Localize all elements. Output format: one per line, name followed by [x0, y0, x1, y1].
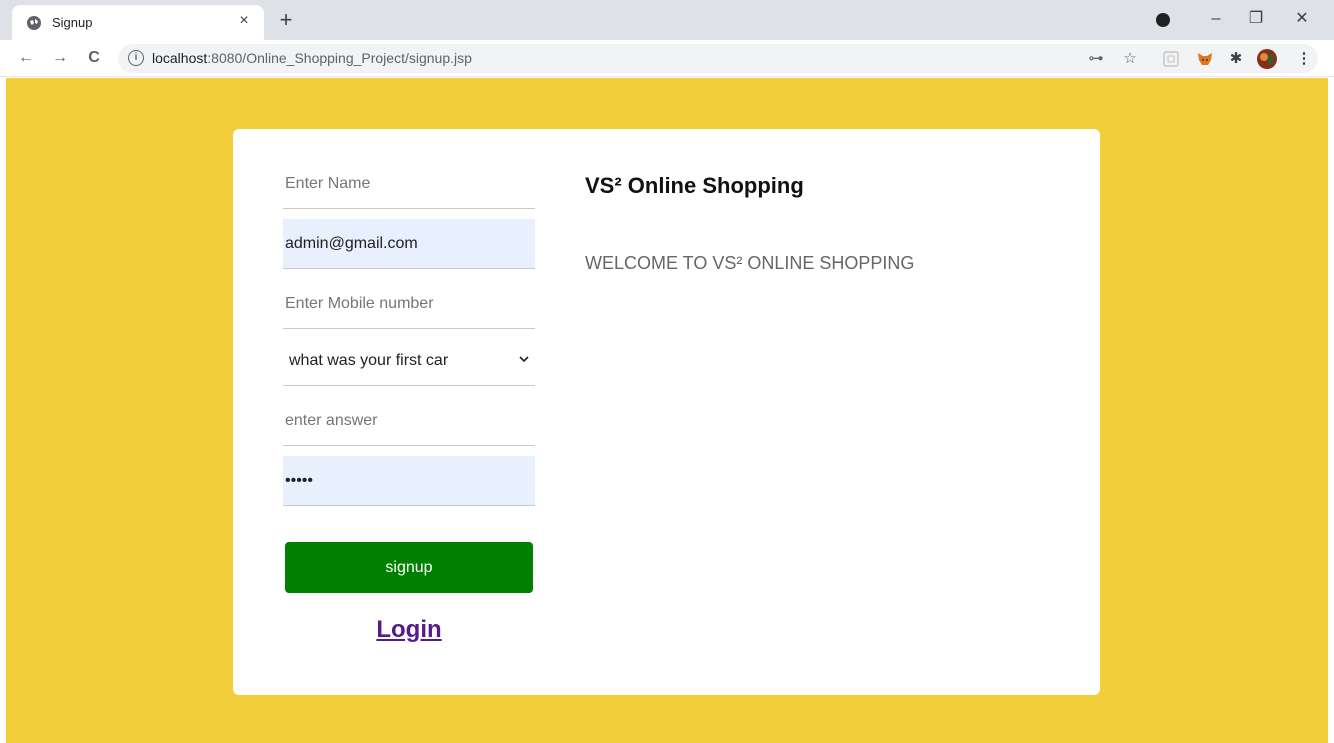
window-close-button[interactable]: ✕: [1288, 6, 1316, 32]
email-field[interactable]: [283, 219, 535, 269]
page-background: what was your first car signup Login VS²…: [6, 78, 1328, 743]
mobile-input[interactable]: [283, 279, 535, 328]
signup-card: what was your first car signup Login VS²…: [233, 129, 1100, 695]
browser-tabstrip: Signup × + – ❐ ✕: [0, 0, 1334, 40]
reload-button[interactable]: C: [84, 48, 104, 68]
info-icon[interactable]: i: [128, 50, 144, 66]
puzzle-icon[interactable]: ✱: [1226, 49, 1246, 69]
mobile-field[interactable]: [283, 279, 535, 329]
restore-button[interactable]: ❐: [1242, 6, 1270, 32]
menu-icon[interactable]: ⋮: [1294, 49, 1314, 69]
profile-icon[interactable]: [1156, 13, 1170, 27]
name-field[interactable]: [283, 159, 535, 209]
email-input[interactable]: [283, 219, 535, 268]
back-button[interactable]: ←: [16, 48, 36, 68]
password-field[interactable]: [283, 456, 535, 506]
tab-close-icon[interactable]: ×: [234, 11, 254, 31]
address-url: localhost:8080/Online_Shopping_Project/s…: [152, 50, 472, 66]
brand-title: VS² Online Shopping: [585, 173, 804, 198]
key-icon[interactable]: ⊶: [1086, 49, 1106, 69]
forward-button[interactable]: →: [50, 48, 70, 68]
globe-icon: [27, 16, 41, 30]
login-link[interactable]: Login: [283, 616, 535, 644]
new-tab-button[interactable]: +: [274, 9, 298, 33]
security-question-select[interactable]: what was your first car: [283, 336, 535, 385]
welcome-message: WELCOME TO VS² ONLINE SHOPPING: [585, 253, 915, 273]
answer-input[interactable]: [283, 396, 535, 445]
url-path: :8080/Online_Shopping_Project/signup.jsp: [207, 50, 472, 66]
browser-toolbar: ← → C i localhost:8080/Online_Shopping_P…: [0, 40, 1334, 77]
answer-field[interactable]: [283, 396, 535, 446]
star-icon[interactable]: ☆: [1120, 49, 1140, 69]
browser-tab[interactable]: Signup ×: [12, 5, 264, 40]
name-input[interactable]: [283, 159, 535, 208]
security-question-field[interactable]: what was your first car: [283, 336, 535, 386]
extension-box-icon[interactable]: [1162, 50, 1180, 68]
tab-title: Signup: [52, 15, 93, 30]
minimize-button[interactable]: –: [1202, 6, 1230, 32]
avatar[interactable]: [1256, 48, 1278, 70]
signup-button[interactable]: signup: [285, 542, 533, 593]
fox-extension-icon[interactable]: [1196, 50, 1214, 68]
url-host: localhost: [152, 50, 208, 66]
password-input[interactable]: [283, 456, 535, 505]
